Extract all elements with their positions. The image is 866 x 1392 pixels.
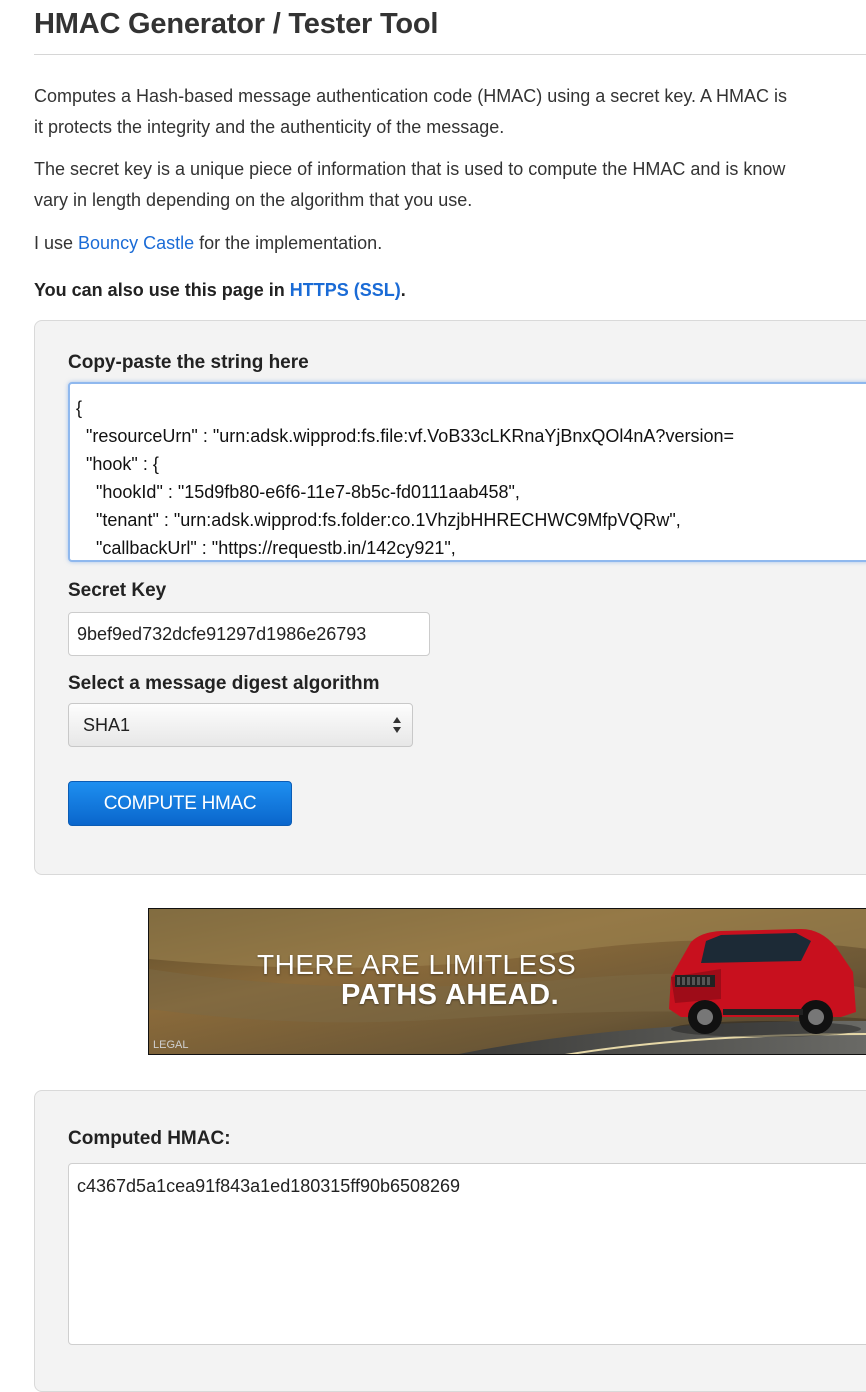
string-textarea[interactable]: { "resourceUrn" : "urn:adsk.wipprod:fs.f… [68, 382, 866, 562]
ssl-text-suffix: . [400, 280, 406, 300]
string-label: Copy-paste the string here [68, 352, 309, 373]
https-link[interactable]: HTTPS (SSL) [290, 280, 401, 300]
intro-line: it protects the integrity and the authen… [34, 117, 505, 137]
algorithm-selected-value: SHA1 [83, 715, 131, 735]
bouncy-castle-link[interactable]: Bouncy Castle [78, 233, 194, 253]
ad-legal-text[interactable]: LEGAL [153, 1039, 188, 1051]
intro-paragraph-2: The secret key is a unique piece of info… [34, 154, 866, 216]
ad-banner[interactable]: THERE ARE LIMITLESS PATHS AHEAD. LEGAL [148, 908, 866, 1055]
secret-key-input[interactable]: 9bef9ed732dcfe91297d1986e26793 [68, 612, 430, 656]
intro-line: vary in length depending on the algorith… [34, 190, 473, 210]
suv-car-image [669, 929, 861, 1037]
computed-hmac-output[interactable]: c4367d5a1cea91f843a1ed180315ff90b6508269 [68, 1163, 866, 1345]
implementation-note: I use Bouncy Castle for the implementati… [34, 228, 866, 259]
page-title: HMAC Generator / Tester Tool [34, 8, 439, 40]
ad-subheadline: PATHS AHEAD. [341, 979, 560, 1011]
ssl-note: You can also use this page in HTTPS (SSL… [34, 276, 406, 304]
select-updown-icon [393, 717, 401, 733]
ssl-text: You can also use this page in [34, 280, 290, 300]
secret-key-label: Secret Key [68, 580, 167, 601]
implementation-text: I use [34, 233, 79, 253]
algorithm-label: Select a message digest algorithm [68, 673, 380, 694]
title-divider [34, 54, 866, 55]
algorithm-select[interactable]: SHA1 [68, 703, 413, 747]
compute-hmac-button[interactable]: COMPUTE HMAC [68, 781, 292, 826]
computed-hmac-label: Computed HMAC: [68, 1128, 231, 1149]
intro-paragraph-1: Computes a Hash-based message authentica… [34, 81, 866, 143]
implementation-text-suffix: for the implementation. [194, 233, 383, 253]
ad-headline: THERE ARE LIMITLESS [257, 949, 577, 980]
intro-line: Computes a Hash-based message authentica… [34, 86, 788, 106]
intro-line: The secret key is a unique piece of info… [34, 159, 786, 179]
